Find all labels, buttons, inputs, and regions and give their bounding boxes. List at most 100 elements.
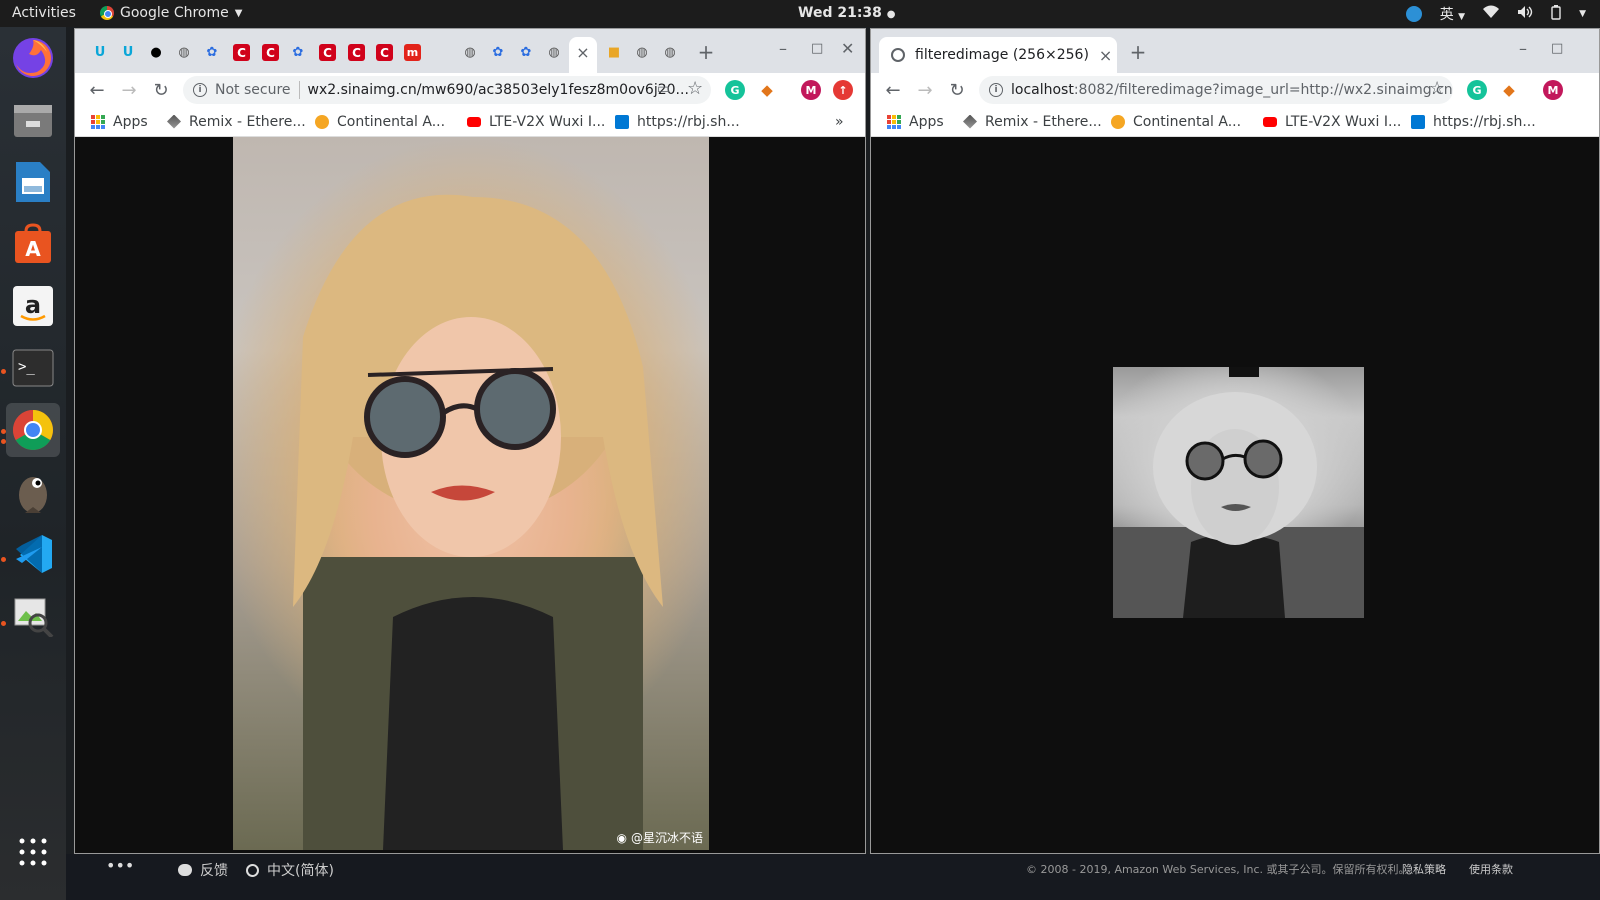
writer-icon[interactable] (6, 155, 60, 209)
amazon-icon[interactable]: a (6, 279, 60, 333)
notification-dot-icon: ● (886, 9, 896, 20)
minimize-icon[interactable]: – (1519, 39, 1527, 58)
forward-arrow-icon[interactable]: → (909, 74, 941, 106)
metamask-icon[interactable]: ◆ (1499, 80, 1519, 100)
firefox-icon[interactable] (6, 31, 60, 85)
activities-button[interactable]: Activities (12, 5, 76, 21)
tab-u-favicon-icon[interactable]: U (117, 41, 139, 63)
tab-globe-icon[interactable]: ◍ (543, 41, 565, 63)
svg-text:>_: >_ (18, 359, 35, 375)
input-method-indicator[interactable]: 英 ▼ (1440, 4, 1465, 24)
accessibility-icon[interactable] (1405, 6, 1422, 22)
tab-baidu-paw-icon[interactable]: ✿ (201, 41, 223, 63)
grammarly-icon[interactable]: G (725, 80, 745, 100)
bookmarks-bar: Apps Remix - Ethere... Continental A... … (871, 107, 1599, 137)
wifi-icon[interactable] (1483, 5, 1500, 23)
svg-text:A: A (25, 237, 41, 261)
system-menu-chevron-icon[interactable]: ▼ (1579, 9, 1586, 19)
tab-csdn-icon[interactable]: C (376, 44, 393, 61)
more-bookmarks-icon[interactable]: » (835, 114, 844, 130)
back-arrow-icon[interactable]: ← (81, 74, 113, 106)
tab-baidu-paw-icon[interactable]: ✿ (287, 41, 309, 63)
tab-github-icon[interactable]: ● (145, 41, 167, 63)
url-host: localhost (1011, 82, 1074, 98)
tab-globe-icon[interactable]: ◍ (631, 41, 653, 63)
feedback-link[interactable]: 反馈 (178, 860, 228, 880)
files-icon[interactable] (6, 93, 60, 147)
tab-globe-icon[interactable]: ◍ (173, 41, 195, 63)
bookmark-rbj[interactable]: https://rbj.sh... (615, 114, 740, 130)
app-menu[interactable]: Google Chrome ▼ (100, 5, 242, 21)
show-apps-icon[interactable] (6, 825, 60, 879)
battery-icon[interactable] (1551, 4, 1561, 24)
tab-close-icon[interactable]: × (572, 41, 594, 63)
tab-csdn-icon[interactable]: C (233, 44, 250, 61)
tab-strip: U U ● ◍ ✿ C C ✿ C C C m ◍ ✿ ✿ ◍ × ■ ◍ ◍ … (75, 29, 865, 73)
address-bar[interactable]: i localhost :8082/filteredimage?image_ur… (979, 76, 1453, 104)
sharepoint-icon (615, 114, 629, 129)
bookmark-remix[interactable]: Remix - Ethere... (167, 114, 306, 130)
tab-package-icon[interactable]: ■ (603, 41, 625, 63)
terminal-icon[interactable]: >_ (6, 341, 60, 395)
gimp-icon[interactable] (6, 465, 60, 519)
tab-baidu-paw-icon[interactable]: ✿ (487, 41, 509, 63)
software-center-icon[interactable]: A (6, 217, 60, 271)
tab-csdn-icon[interactable]: C (262, 44, 279, 61)
bookmark-continental[interactable]: Continental A... (315, 114, 445, 130)
bookmark-apps[interactable]: Apps (91, 114, 148, 130)
upload-extension-icon[interactable]: ↑ (833, 80, 853, 100)
tab-globe-icon[interactable]: ◍ (659, 41, 681, 63)
new-tab-button[interactable]: + (695, 40, 717, 64)
language-selector[interactable]: 中文(简体) (246, 860, 334, 880)
new-tab-button[interactable]: + (1127, 40, 1149, 64)
divider (298, 81, 300, 99)
info-icon[interactable]: i (989, 83, 1003, 97)
profile-m-icon[interactable]: M (1543, 80, 1563, 100)
maximize-icon[interactable]: □ (1551, 41, 1563, 56)
privacy-link[interactable]: 隐私策略 (1402, 861, 1446, 877)
tab-u-favicon-icon[interactable]: U (89, 41, 111, 63)
bookmark-star-icon[interactable]: ☆ (1429, 78, 1445, 99)
background-page-footer: ••• 反馈 中文(简体) © 2008 - 2019, Amazon Web … (66, 854, 1600, 900)
bookmark-apps[interactable]: Apps (887, 114, 944, 130)
clock[interactable]: Wed 21:38 ● (798, 5, 896, 21)
tab-filteredimage[interactable]: filteredimage (256×256) × (879, 37, 1117, 73)
page-viewport (871, 137, 1599, 853)
grammarly-icon[interactable]: G (1467, 80, 1487, 100)
bookmark-lte-v2x[interactable]: LTE-V2X Wuxi I... (1263, 114, 1401, 130)
maximize-icon[interactable]: □ (811, 41, 823, 56)
more-dots-icon[interactable]: ••• (106, 856, 134, 875)
forward-arrow-icon[interactable]: → (113, 74, 145, 106)
address-bar[interactable]: i Not secure wx2.sinaimg.cn/mw690/ac3850… (183, 76, 711, 104)
bookmark-rbj[interactable]: https://rbj.sh... (1411, 114, 1536, 130)
metamask-icon[interactable]: ◆ (757, 80, 777, 100)
feedback-label: 反馈 (200, 863, 228, 879)
terms-link[interactable]: 使用条款 (1469, 861, 1513, 877)
bookmark-continental[interactable]: Continental A... (1111, 114, 1241, 130)
toolbar: ← → ↻ i Not secure wx2.sinaimg.cn/mw690/… (75, 73, 865, 107)
chevron-down-icon: ▼ (1458, 12, 1466, 22)
back-arrow-icon[interactable]: ← (877, 74, 909, 106)
profile-m-icon[interactable]: M (801, 80, 821, 100)
tab-baidu-paw-icon[interactable]: ✿ (515, 41, 537, 63)
image-viewer-icon[interactable] (6, 589, 60, 643)
reload-icon[interactable]: ↻ (941, 74, 973, 106)
volume-icon[interactable] (1517, 5, 1533, 23)
bookmark-remix[interactable]: Remix - Ethere... (963, 114, 1102, 130)
chrome-window-left: U U ● ◍ ✿ C C ✿ C C C m ◍ ✿ ✿ ◍ × ■ ◍ ◍ … (74, 28, 866, 854)
vscode-icon[interactable] (6, 527, 60, 581)
minimize-icon[interactable]: – (779, 39, 787, 58)
close-window-icon[interactable]: ✕ (841, 39, 854, 58)
info-icon[interactable]: i (193, 83, 207, 97)
bookmark-label: https://rbj.sh... (637, 113, 740, 130)
tab-csdn-icon[interactable]: C (348, 44, 365, 61)
tab-close-icon[interactable]: × (1099, 46, 1112, 65)
bookmark-lte-v2x[interactable]: LTE-V2X Wuxi I... (467, 114, 605, 130)
tab-m-favicon-icon[interactable]: m (404, 44, 421, 61)
tab-csdn-icon[interactable]: C (319, 44, 336, 61)
tab-globe-icon[interactable]: ◍ (459, 41, 481, 63)
bookmark-star-icon[interactable]: ☆ (687, 78, 703, 99)
reload-icon[interactable]: ↻ (145, 74, 177, 106)
chrome-icon[interactable] (6, 403, 60, 457)
cast-icon[interactable]: ▭ (657, 81, 670, 97)
